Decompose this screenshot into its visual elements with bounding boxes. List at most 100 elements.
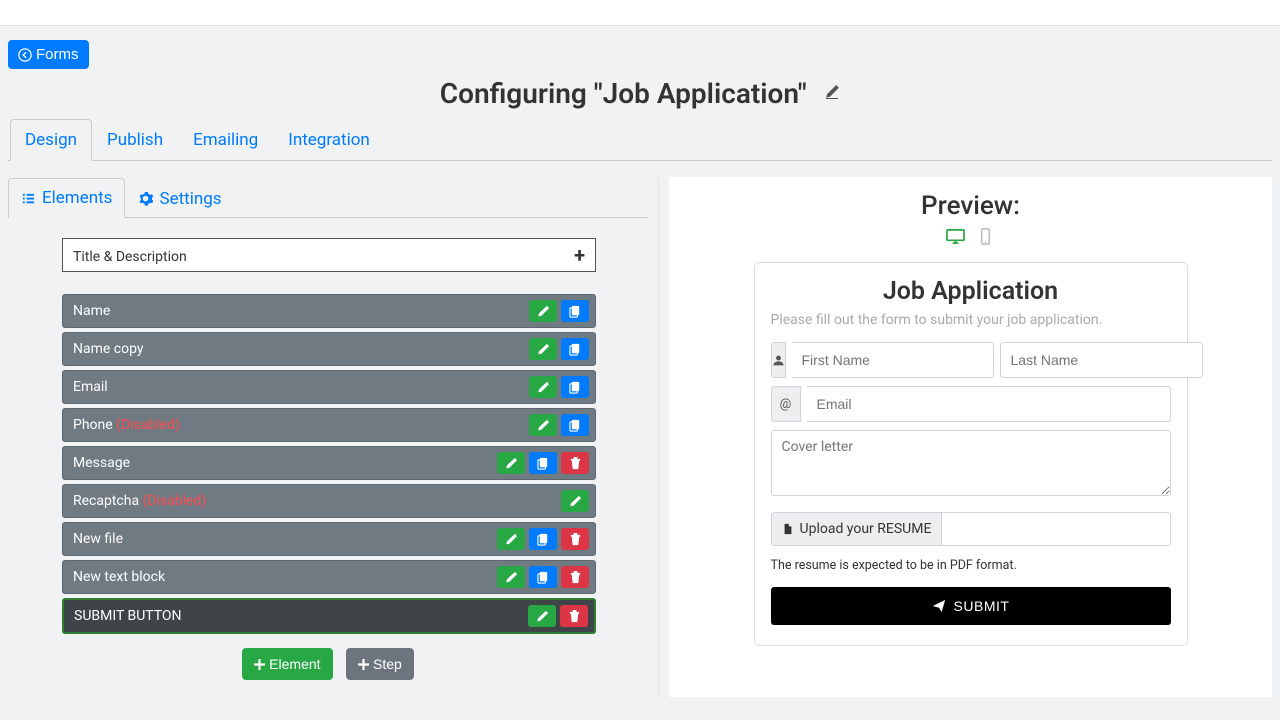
device-switch bbox=[689, 227, 1252, 250]
delete-element-button[interactable] bbox=[561, 566, 589, 588]
delete-element-button[interactable] bbox=[561, 452, 589, 474]
pencil-icon bbox=[537, 381, 550, 394]
back-to-forms-button[interactable]: Forms bbox=[8, 40, 89, 69]
title-description-toggle[interactable]: Title & Description + bbox=[62, 238, 596, 272]
element-row[interactable]: New file bbox=[62, 522, 596, 556]
add-element-label: Element bbox=[269, 656, 320, 672]
element-row[interactable]: Phone (Disabled) bbox=[62, 408, 596, 442]
copy-icon bbox=[569, 305, 582, 318]
edit-element-button[interactable] bbox=[529, 414, 557, 436]
pencil-icon bbox=[505, 457, 518, 470]
add-step-button[interactable]: Step bbox=[346, 648, 414, 680]
title-description-label: Title & Description bbox=[73, 249, 187, 265]
plus-icon: + bbox=[574, 243, 585, 267]
trash-icon bbox=[568, 610, 581, 623]
form-title: Job Application bbox=[771, 277, 1171, 306]
email-input[interactable] bbox=[807, 386, 1171, 422]
copy-element-button[interactable] bbox=[529, 528, 557, 550]
pencil-square-icon bbox=[824, 84, 840, 100]
tab-settings-label: Settings bbox=[159, 189, 221, 209]
element-label: Phone (Disabled) bbox=[73, 417, 529, 433]
element-actions bbox=[529, 300, 589, 322]
element-actions bbox=[561, 490, 589, 512]
copy-icon bbox=[537, 533, 550, 546]
person-icon bbox=[772, 354, 785, 367]
edit-element-button[interactable] bbox=[561, 490, 589, 512]
last-name-input[interactable] bbox=[1000, 342, 1203, 378]
tab-design[interactable]: Design bbox=[10, 119, 92, 161]
edit-title-button[interactable] bbox=[824, 84, 840, 100]
element-label: New text block bbox=[73, 569, 497, 585]
upload-resume-button[interactable]: Upload your RESUME bbox=[771, 512, 943, 546]
element-label: Email bbox=[73, 379, 529, 395]
element-actions bbox=[529, 338, 589, 360]
trash-icon bbox=[569, 533, 582, 546]
submit-button[interactable]: SUBMIT bbox=[771, 587, 1171, 625]
tab-publish[interactable]: Publish bbox=[92, 119, 178, 161]
tab-settings[interactable]: Settings bbox=[125, 178, 234, 218]
element-row[interactable]: Email bbox=[62, 370, 596, 404]
tab-integration[interactable]: Integration bbox=[273, 119, 385, 161]
plus-icon bbox=[358, 659, 369, 670]
element-row[interactable]: Recaptcha (Disabled) bbox=[62, 484, 596, 518]
copy-element-button[interactable] bbox=[561, 376, 589, 398]
delete-element-button[interactable] bbox=[560, 605, 588, 627]
browser-top-bar bbox=[0, 0, 1280, 26]
element-label: SUBMIT BUTTON bbox=[74, 608, 528, 624]
copy-element-button[interactable] bbox=[561, 300, 589, 322]
device-desktop-button[interactable] bbox=[946, 227, 965, 246]
delete-element-button[interactable] bbox=[561, 528, 589, 550]
trash-icon bbox=[569, 457, 582, 470]
first-name-input[interactable] bbox=[792, 342, 994, 378]
resume-note: The resume is expected to be in PDF form… bbox=[771, 558, 1171, 573]
form-description: Please fill out the form to submit your … bbox=[771, 312, 1171, 328]
paper-plane-icon bbox=[932, 599, 946, 613]
edit-element-button[interactable] bbox=[529, 376, 557, 398]
upload-resume-label: Upload your RESUME bbox=[800, 521, 932, 537]
tab-emailing[interactable]: Emailing bbox=[178, 119, 273, 161]
cover-letter-textarea[interactable] bbox=[771, 430, 1171, 496]
tab-elements[interactable]: Elements bbox=[8, 178, 125, 218]
copy-element-button[interactable] bbox=[529, 452, 557, 474]
copy-icon bbox=[569, 381, 582, 394]
add-element-button[interactable]: Element bbox=[242, 648, 332, 680]
copy-icon bbox=[569, 343, 582, 356]
element-row[interactable]: Message bbox=[62, 446, 596, 480]
copy-element-button[interactable] bbox=[561, 414, 589, 436]
copy-element-button[interactable] bbox=[561, 338, 589, 360]
person-addon bbox=[771, 342, 786, 378]
element-label: Message bbox=[73, 455, 497, 471]
edit-element-button[interactable] bbox=[528, 605, 556, 627]
submit-element-row[interactable]: SUBMIT BUTTON bbox=[62, 598, 596, 634]
element-actions bbox=[529, 414, 589, 436]
arrow-left-circle-icon bbox=[18, 48, 32, 62]
element-row[interactable]: Name copy bbox=[62, 332, 596, 366]
element-label: New file bbox=[73, 531, 497, 547]
tab-elements-label: Elements bbox=[42, 188, 112, 208]
edit-element-button[interactable] bbox=[497, 452, 525, 474]
upload-filename-field bbox=[942, 512, 1170, 546]
element-label: Name copy bbox=[73, 341, 529, 357]
plus-icon bbox=[254, 659, 265, 670]
element-row[interactable]: New text block bbox=[62, 560, 596, 594]
edit-element-button[interactable] bbox=[529, 300, 557, 322]
edit-element-button[interactable] bbox=[497, 528, 525, 550]
copy-icon bbox=[537, 571, 550, 584]
disabled-badge: (Disabled) bbox=[116, 417, 180, 433]
pencil-icon bbox=[505, 533, 518, 546]
file-icon bbox=[782, 523, 794, 535]
element-row[interactable]: Name bbox=[62, 294, 596, 328]
edit-element-button[interactable] bbox=[497, 566, 525, 588]
element-actions bbox=[497, 452, 589, 474]
device-mobile-button[interactable] bbox=[976, 227, 995, 246]
preview-card: Job Application Please fill out the form… bbox=[754, 262, 1188, 646]
submit-label: SUBMIT bbox=[954, 598, 1010, 614]
sub-tabs: Elements Settings bbox=[8, 177, 648, 218]
edit-element-button[interactable] bbox=[529, 338, 557, 360]
pencil-icon bbox=[537, 343, 550, 356]
desktop-icon bbox=[946, 227, 965, 246]
pencil-icon bbox=[569, 495, 582, 508]
element-label: Recaptcha (Disabled) bbox=[73, 493, 561, 509]
copy-element-button[interactable] bbox=[529, 566, 557, 588]
elements-list: Name Name copy Email Phone (Disabled) Mes… bbox=[62, 294, 596, 634]
